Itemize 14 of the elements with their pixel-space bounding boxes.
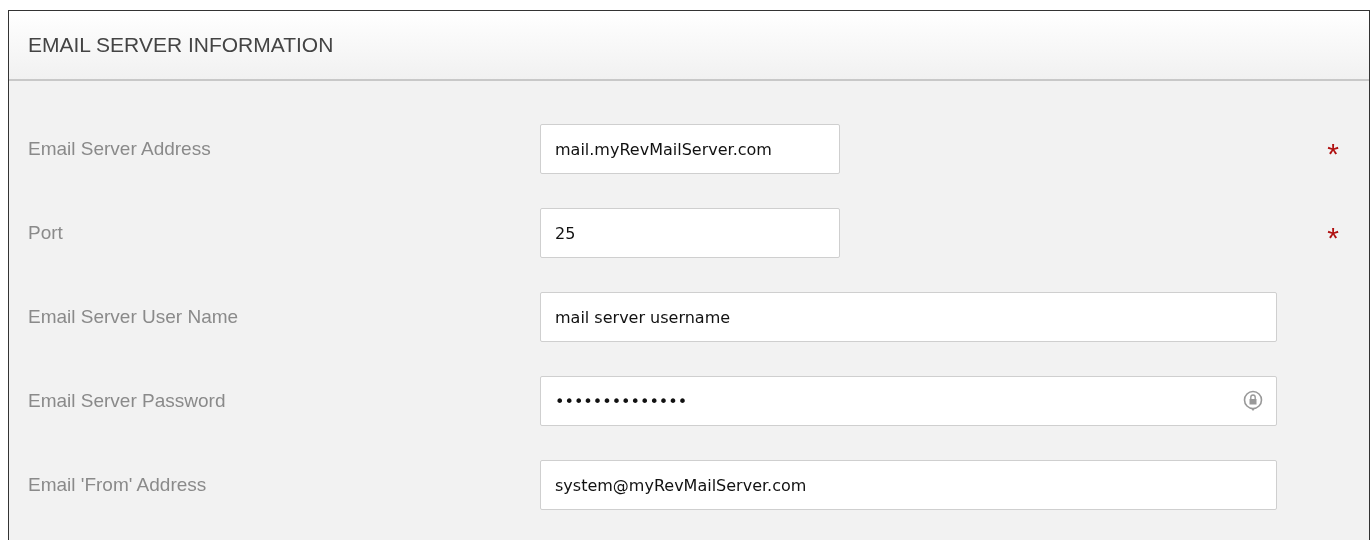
input-field[interactable]: 25	[540, 208, 840, 258]
required-marker: *	[1327, 136, 1339, 169]
password-field[interactable]: ••••••••••••••	[540, 376, 1277, 426]
field-label: Email Server Address	[27, 138, 211, 160]
input-field[interactable]: mail server username	[540, 292, 1277, 342]
lock-icon[interactable]	[1242, 389, 1264, 413]
panel-title: EMAIL SERVER INFORMATION	[28, 33, 334, 57]
field-label: Email Server Password	[27, 390, 226, 412]
required-marker: *	[1327, 220, 1339, 253]
field-label: Port	[27, 222, 63, 244]
field-label: Email Server User Name	[27, 306, 239, 328]
input-field[interactable]: system@myRevMailServer.com	[540, 460, 1277, 510]
field-label: Email 'From' Address	[27, 474, 207, 496]
input-field[interactable]: mail.myRevMailServer.com	[540, 124, 840, 174]
